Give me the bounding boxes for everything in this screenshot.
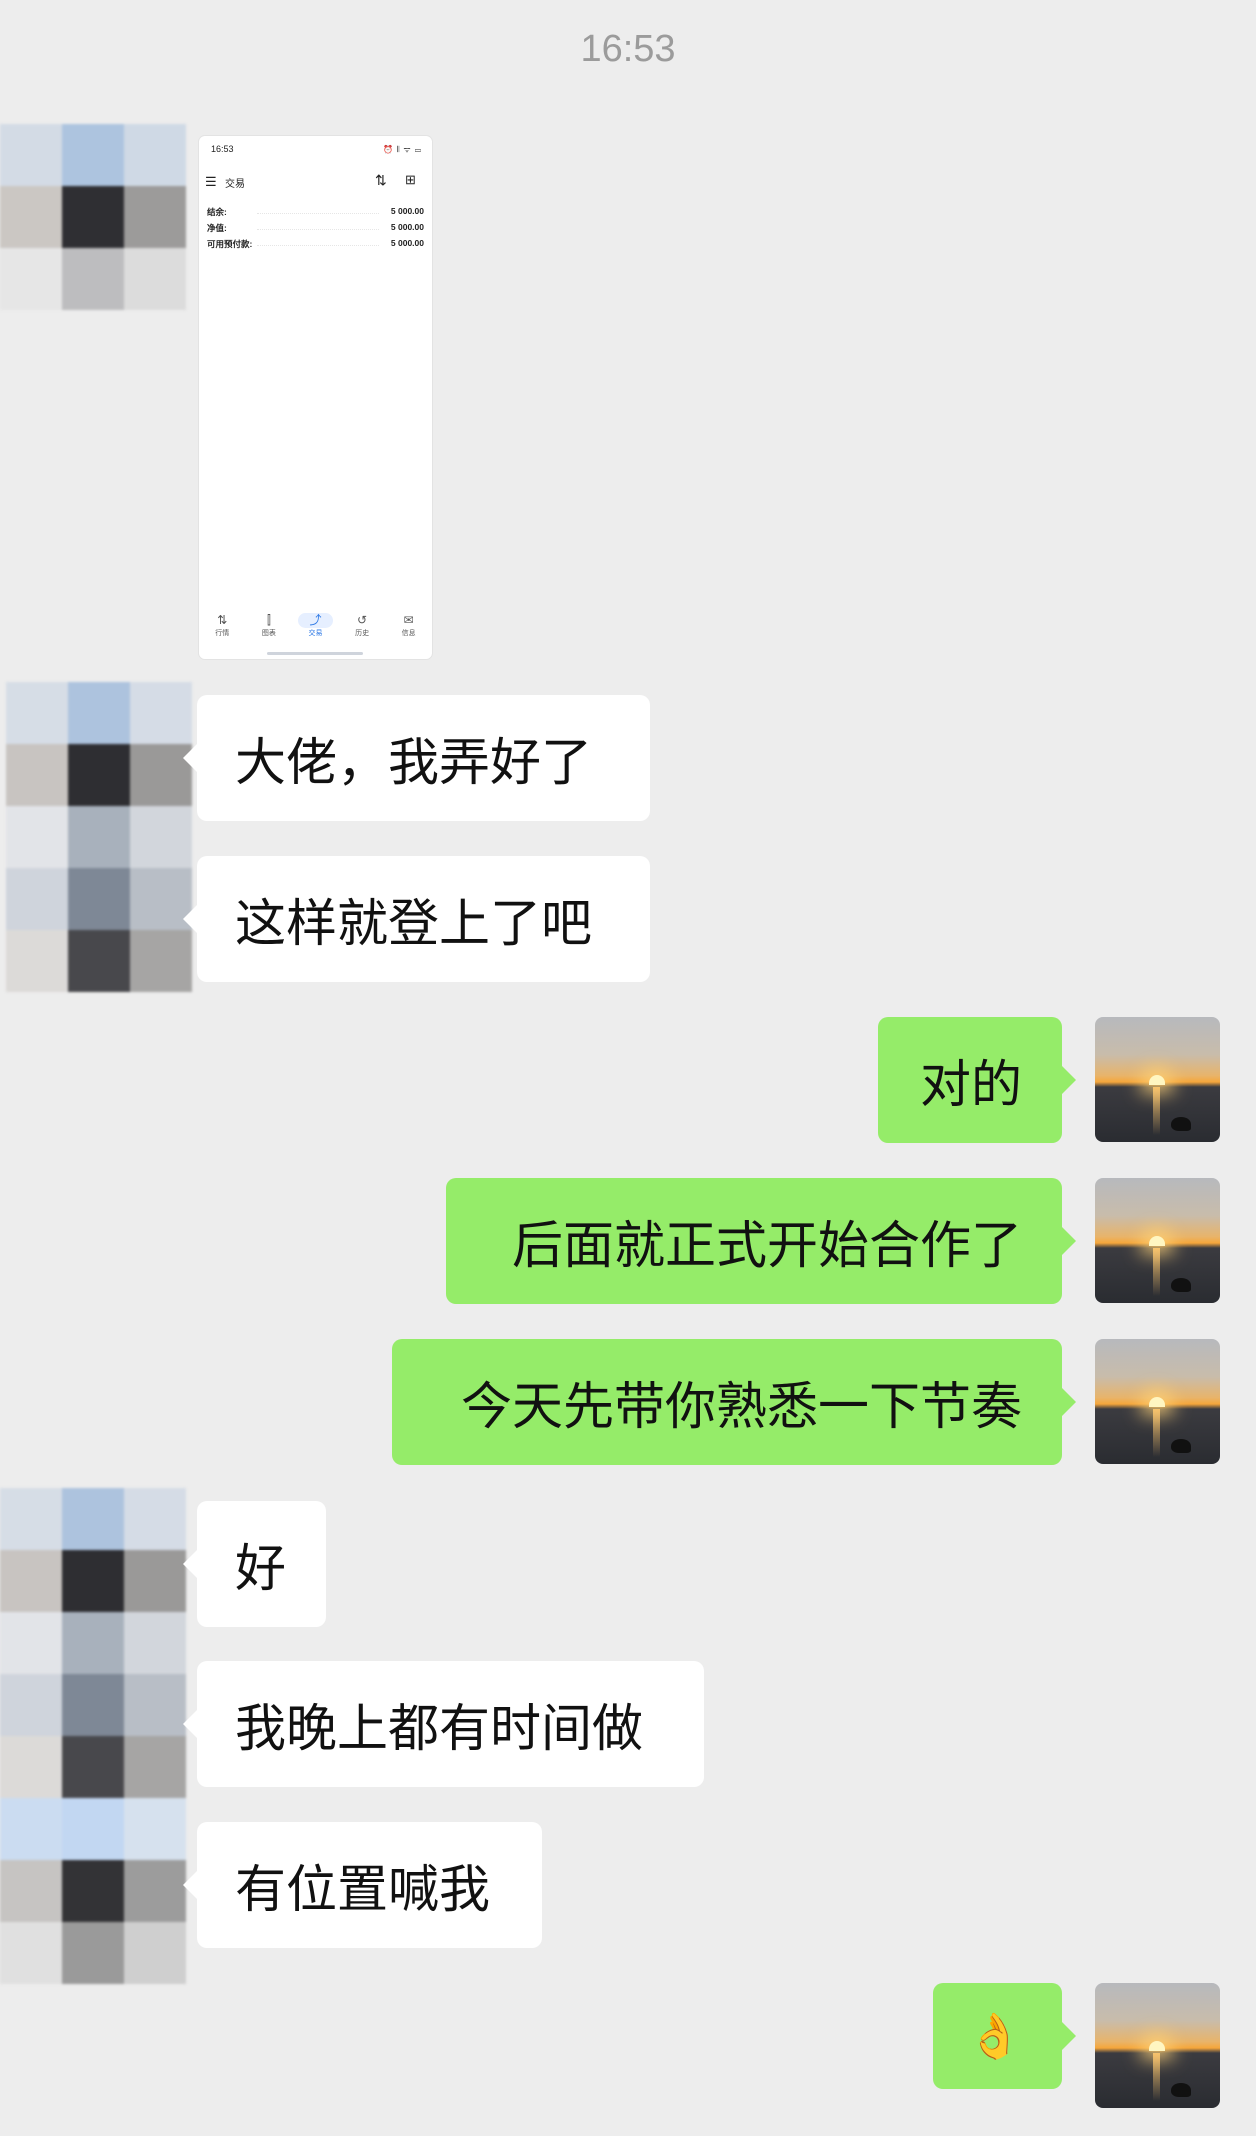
row-value: 5 000.00 bbox=[390, 238, 424, 248]
incoming-message[interactable]: 好 bbox=[183, 1501, 326, 1627]
contact-avatar[interactable] bbox=[6, 682, 192, 992]
free-margin-row: 可用预付款: 5 000.00 bbox=[207, 238, 424, 252]
row-label: 净值: bbox=[207, 223, 227, 233]
screen-title: 交易 bbox=[225, 179, 245, 190]
row-value: 5 000.00 bbox=[390, 206, 424, 216]
status-time: 16:53 bbox=[211, 144, 234, 154]
incoming-message[interactable]: 有位置喊我 bbox=[183, 1822, 542, 1948]
nav-history: ↺ 历史 bbox=[339, 613, 386, 653]
incoming-message[interactable]: 大佬，我弄好了 bbox=[183, 695, 650, 821]
incoming-message[interactable]: 我晚上都有时间做 bbox=[183, 1661, 704, 1787]
message-timestamp: 16:53 bbox=[580, 28, 676, 70]
history-icon: ↺ bbox=[357, 613, 368, 627]
shared-screenshot-image[interactable]: 16:53 ⏰ 𝄃 ᯤ ▭ ☰ 交易 ⇅ ⊞ 结余: 5 000.00 净值: … bbox=[199, 136, 432, 659]
outgoing-message[interactable]: 今天先带你熟悉一下节奏 bbox=[392, 1339, 1076, 1465]
balance-row: 结余: 5 000.00 bbox=[207, 206, 424, 220]
outgoing-message[interactable]: 后面就正式开始合作了 bbox=[446, 1178, 1076, 1304]
chart-icon: ⫿ bbox=[266, 613, 271, 627]
quotes-icon: ⇅ bbox=[217, 613, 228, 627]
nav-trade: ⤴ 交易 bbox=[292, 613, 339, 653]
status-icons: ⏰ 𝄃 ᯤ ▭ bbox=[383, 145, 422, 154]
sort-icon: ⇅ bbox=[375, 172, 387, 188]
equity-row: 净值: 5 000.00 bbox=[207, 222, 424, 236]
contact-avatar[interactable] bbox=[0, 124, 186, 310]
message-text: 今天先带你熟悉一下节奏 bbox=[460, 1378, 1022, 1437]
my-avatar[interactable] bbox=[1095, 1983, 1220, 2108]
message-text: 对的 bbox=[919, 1056, 1022, 1115]
incoming-message[interactable]: 这样就登上了吧 bbox=[183, 856, 650, 982]
nav-messages: ✉ 信息 bbox=[385, 613, 432, 653]
my-avatar[interactable] bbox=[1095, 1178, 1220, 1303]
messages-icon: ✉ bbox=[403, 613, 414, 627]
my-avatar[interactable] bbox=[1095, 1339, 1220, 1464]
contact-avatar[interactable] bbox=[0, 1488, 186, 1984]
trade-icon: ⤴ bbox=[298, 613, 333, 628]
message-text: 后面就正式开始合作了 bbox=[511, 1217, 1022, 1276]
bottom-nav: ⇅ 行情 ⫿ 图表 ⤴ 交易 ↺ 历史 ✉ 信息 bbox=[199, 613, 432, 653]
new-order-icon: ⊞ bbox=[405, 172, 416, 187]
nav-charts: ⫿ 图表 bbox=[246, 613, 293, 653]
message-text: 好 bbox=[235, 1540, 287, 1599]
message-text: 有位置喊我 bbox=[235, 1861, 491, 1920]
nav-quotes: ⇅ 行情 bbox=[199, 613, 246, 653]
my-avatar[interactable] bbox=[1095, 1017, 1220, 1142]
message-text: 大佬，我弄好了 bbox=[235, 734, 593, 793]
home-indicator bbox=[267, 652, 363, 655]
ok-hand-emoji: 👌 bbox=[967, 2011, 1022, 2062]
row-label: 可用预付款: bbox=[207, 239, 253, 249]
outgoing-message[interactable]: 👌 bbox=[933, 1983, 1076, 2089]
message-text: 我晚上都有时间做 bbox=[235, 1700, 644, 1759]
row-value: 5 000.00 bbox=[390, 222, 424, 232]
row-label: 结余: bbox=[207, 207, 227, 217]
menu-icon: ☰ bbox=[205, 174, 217, 189]
outgoing-message[interactable]: 对的 bbox=[878, 1017, 1076, 1143]
message-text: 这样就登上了吧 bbox=[235, 895, 593, 954]
